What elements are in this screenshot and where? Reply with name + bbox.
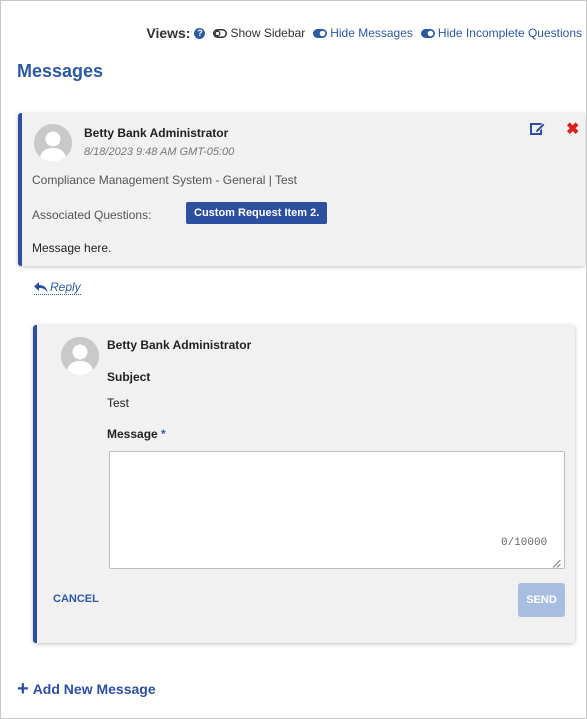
reply-author: Betty Bank Administrator [107, 338, 252, 352]
toggle-on-icon [420, 28, 435, 38]
message-label: Message * [107, 427, 166, 441]
char-count: 0/10000 [501, 537, 548, 549]
message-label-text: Message [107, 427, 158, 441]
message-timestamp: 8/18/2023 9:48 AM GMT-05:00 [84, 146, 235, 158]
user-icon [34, 124, 72, 162]
user-icon [61, 337, 99, 375]
message-body: Message here. [32, 241, 112, 255]
show-sidebar-label: Show Sidebar [230, 26, 306, 40]
avatar [61, 337, 99, 375]
associated-questions-label: Associated Questions: [32, 208, 152, 222]
hide-messages-label: Hide Messages [330, 26, 413, 40]
add-new-message-label: Add New Message [32, 681, 156, 697]
close-icon[interactable]: ✖ [566, 119, 579, 139]
required-marker: * [161, 427, 166, 441]
show-sidebar-toggle[interactable]: Show Sidebar [213, 26, 305, 40]
reply-arrow-icon [34, 281, 48, 292]
hide-incomplete-questions-label: Hide Incomplete Questions [437, 26, 582, 40]
send-button[interactable]: SEND [518, 583, 565, 617]
messages-panel: Views: ? Show Sidebar Hide Messages Hide… [0, 0, 587, 719]
subject-label: Subject [107, 370, 151, 384]
toggle-on-icon [313, 28, 328, 38]
subject-value: Test [107, 396, 130, 410]
cancel-button[interactable]: CANCEL [53, 593, 99, 605]
reply-link[interactable]: Reply [34, 280, 81, 295]
message-input[interactable] [109, 451, 565, 569]
avatar [34, 124, 72, 162]
help-icon[interactable]: ? [194, 27, 206, 39]
reply-label: Reply [50, 280, 81, 294]
views-label: Views: [146, 25, 191, 41]
message-category: Compliance Management System - General |… [32, 173, 298, 187]
associated-question-badge[interactable]: Custom Request Item 2. [186, 202, 328, 224]
page-title: Messages [17, 61, 104, 81]
plus-icon: + [17, 678, 29, 700]
hide-messages-toggle[interactable]: Hide Messages [313, 26, 413, 40]
resize-handle-icon[interactable] [552, 555, 561, 573]
views-toolbar: Views: ? Show Sidebar Hide Messages Hide… [146, 25, 582, 41]
toggle-off-icon [213, 28, 228, 38]
message-author: Betty Bank Administrator [84, 126, 229, 140]
edit-icon[interactable] [530, 121, 546, 141]
add-new-message-button[interactable]: + Add New Message [17, 678, 156, 700]
message-card: Betty Bank Administrator 8/18/2023 9:48 … [18, 113, 585, 266]
hide-incomplete-questions-toggle[interactable]: Hide Incomplete Questions [420, 26, 582, 40]
reply-form: Betty Bank Administrator Subject Test Me… [33, 325, 575, 643]
